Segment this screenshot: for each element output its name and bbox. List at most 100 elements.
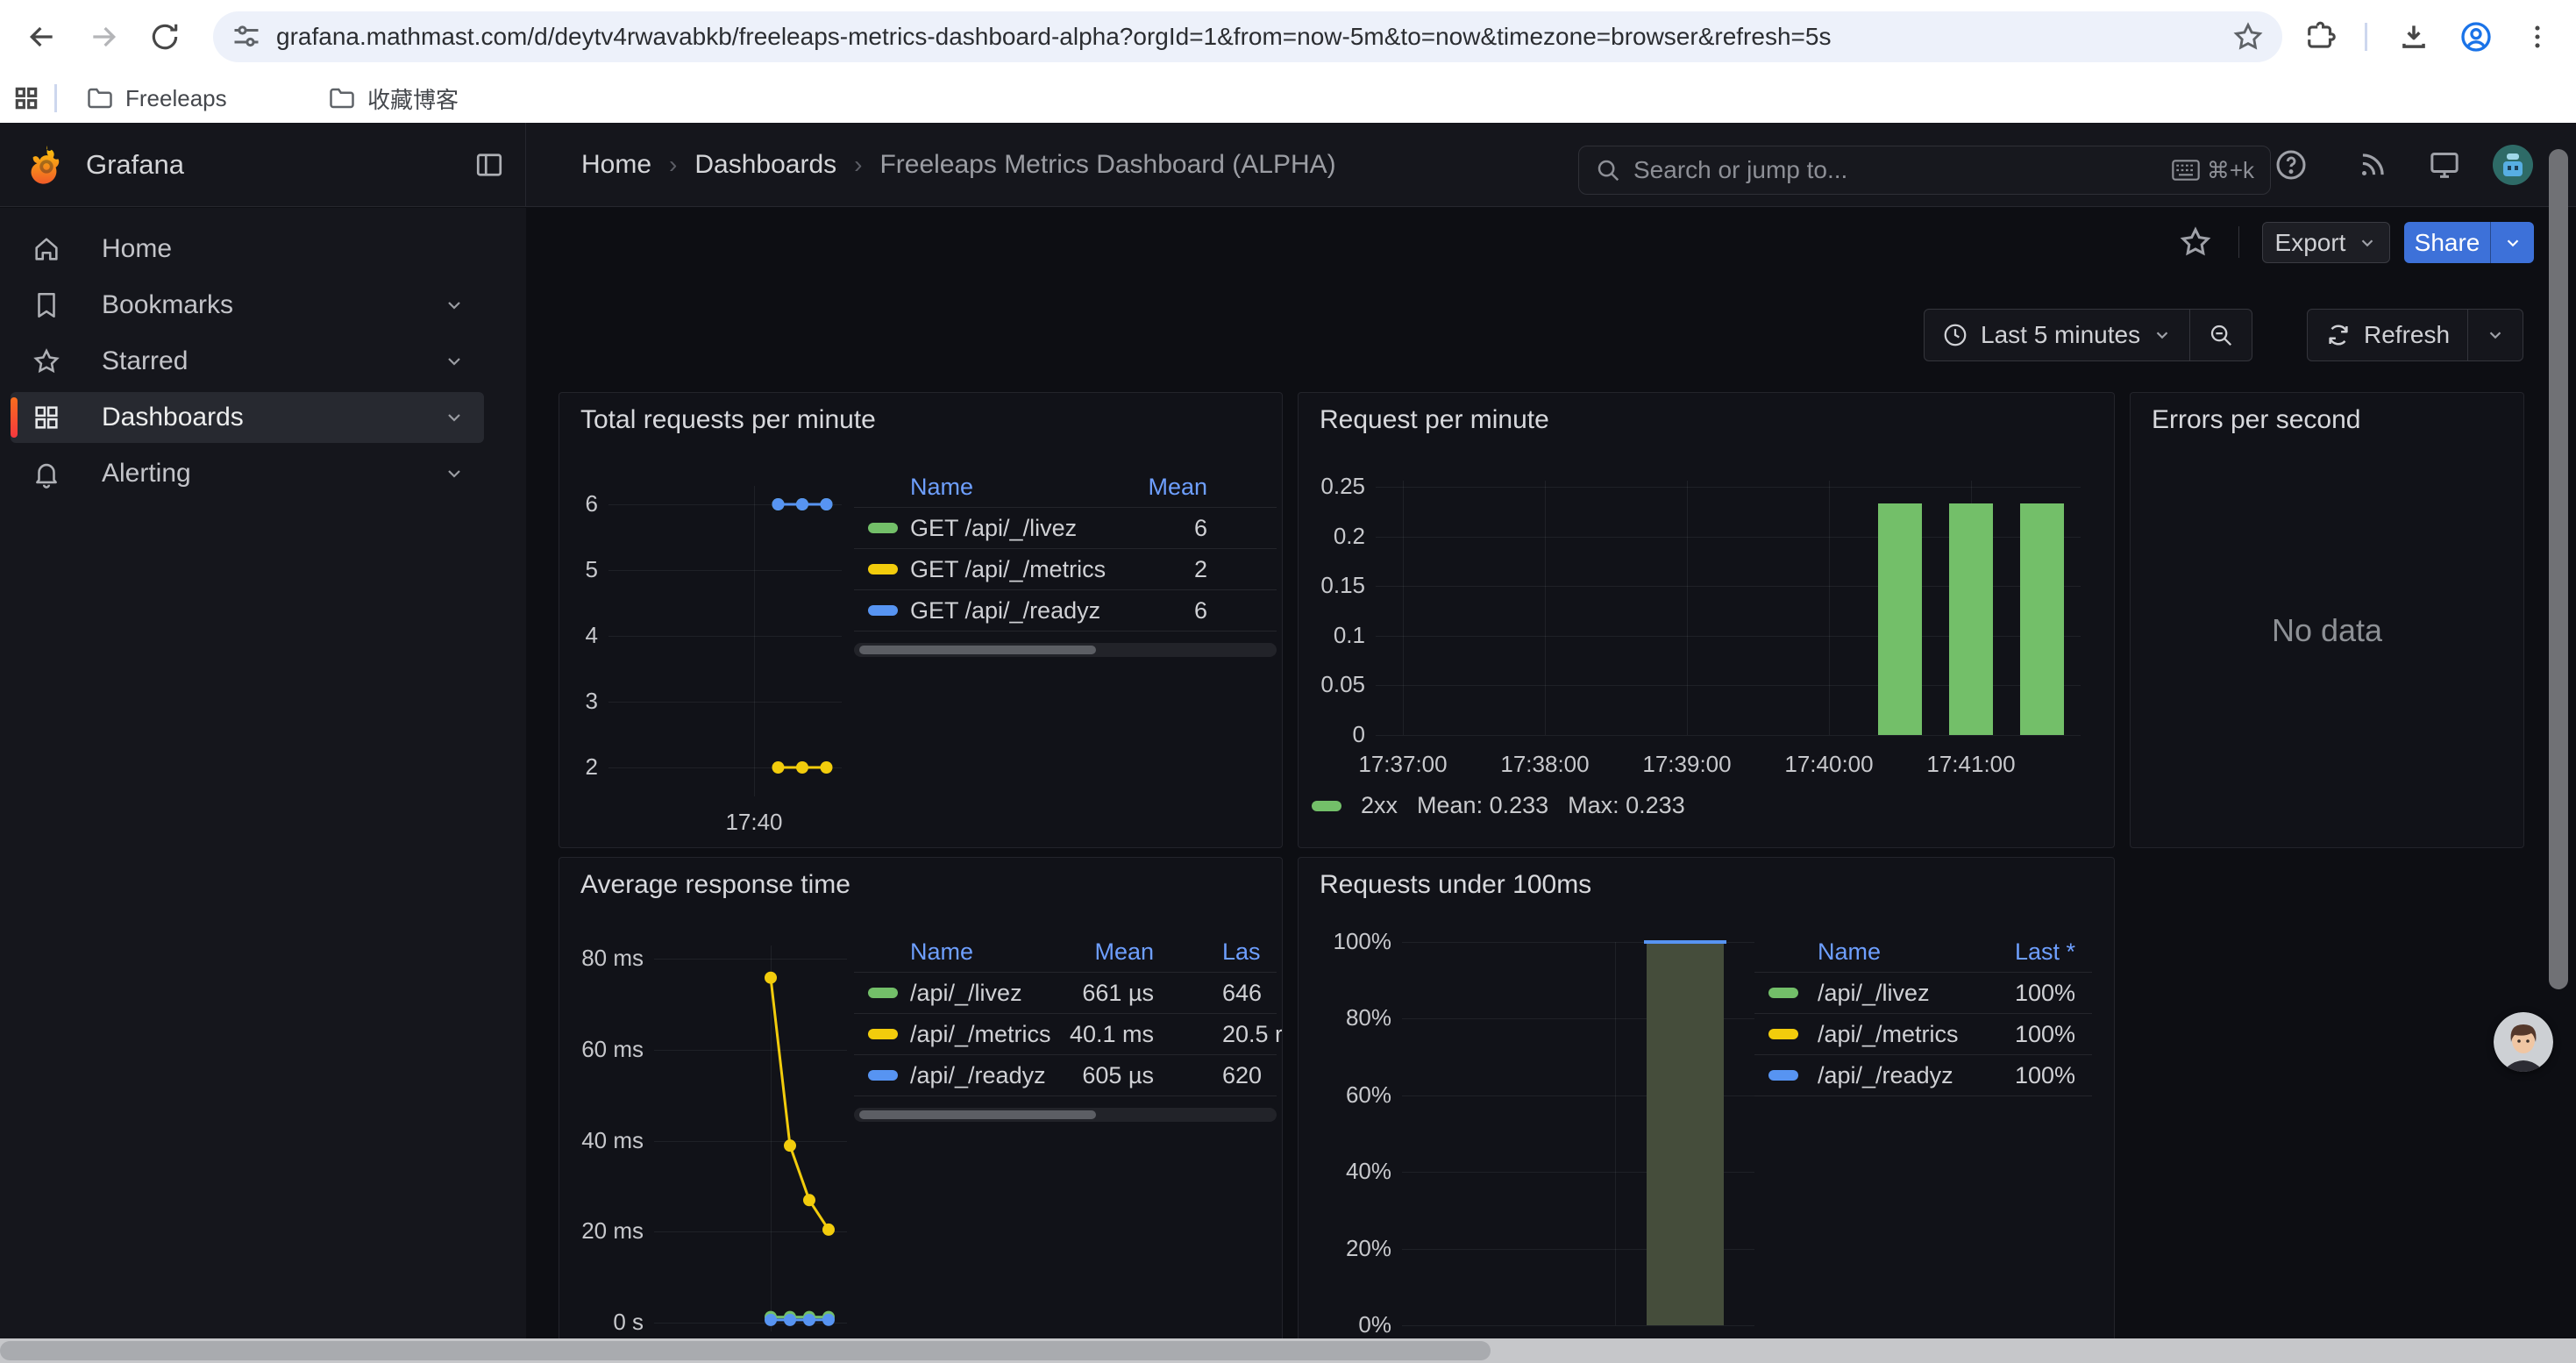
vertical-scrollbar[interactable]: [2549, 149, 2568, 989]
back-button[interactable]: [18, 12, 67, 61]
legend-series-name[interactable]: 2xx: [1361, 792, 1398, 819]
folder-icon: [329, 87, 355, 110]
export-button[interactable]: Export: [2262, 222, 2390, 263]
sidebar-item-alerting[interactable]: Alerting: [11, 448, 484, 499]
series-color-pill: [1768, 988, 1798, 998]
gridline: [1376, 487, 2081, 488]
legend-column-header[interactable]: Name: [1818, 938, 1881, 966]
legend-column-header[interactable]: Mean: [1148, 474, 1207, 501]
legend-series-name[interactable]: GET /api/_/readyz: [910, 597, 1100, 624]
x-axis-label: 17:37:00: [1341, 751, 1464, 778]
url-text[interactable]: grafana.mathmast.com/d/deytv4rwavabkb/fr…: [276, 23, 2231, 51]
zoom-out-button[interactable]: [2189, 310, 2252, 360]
reload-button[interactable]: [140, 12, 189, 61]
legend-series-name[interactable]: /api/_/readyz: [1818, 1062, 1953, 1089]
url-bar[interactable]: grafana.mathmast.com/d/deytv4rwavabkb/fr…: [213, 11, 2282, 62]
chevron-down-icon: [2503, 233, 2523, 253]
sidebar-item-home[interactable]: Home: [11, 224, 484, 275]
legend-scrollbar-thumb[interactable]: [859, 1110, 1096, 1119]
panel-average-response-time[interactable]: Average response time 80 ms60 ms40 ms20 …: [559, 857, 1283, 1363]
home-icon: [32, 234, 67, 264]
panel-total-requests[interactable]: Total requests per minute 6543217:40Name…: [559, 392, 1283, 848]
chevron-down-icon[interactable]: [444, 407, 465, 428]
bookmark-label: Freeleaps: [125, 85, 227, 112]
apps-grid-icon[interactable]: [7, 79, 46, 118]
brand-name: Grafana: [86, 149, 184, 181]
series-color-pill: [1312, 801, 1341, 811]
y-axis-label: 2: [566, 753, 598, 781]
search-input[interactable]: Search or jump to... ⌘+k: [1578, 146, 2271, 195]
panel-request-per-minute[interactable]: Request per minute 0.250.20.150.10.05017…: [1298, 392, 2115, 848]
refresh-button[interactable]: Refresh: [2308, 310, 2467, 360]
user-avatar[interactable]: [2492, 144, 2534, 186]
breadcrumb-separator: ›: [854, 151, 862, 179]
legend-column-header[interactable]: Mean: [1094, 938, 1154, 966]
legend-column-header[interactable]: Last *: [2015, 938, 2075, 966]
y-axis-label: 0: [1307, 721, 1365, 748]
scrollbar-thumb[interactable]: [0, 1341, 1491, 1360]
dock-menu-icon[interactable]: [473, 149, 505, 181]
series-color-pill: [868, 1029, 898, 1039]
sidebar-item-bookmarks[interactable]: Bookmarks: [11, 280, 484, 331]
gridline: [608, 570, 842, 571]
star-dashboard-icon[interactable]: [2174, 221, 2217, 263]
x-axis-label: 17:39:00: [1626, 751, 1748, 778]
refresh-icon: [2325, 322, 2352, 348]
bookmark-star-icon[interactable]: [2231, 20, 2265, 54]
share-button[interactable]: Share: [2404, 222, 2534, 263]
legend-series-name[interactable]: GET /api/_/metrics: [910, 556, 1106, 583]
sidebar-item-starred[interactable]: Starred: [11, 336, 484, 387]
bookmark-folder[interactable]: 收藏博客: [317, 81, 471, 116]
y-axis-label: 100%: [1307, 928, 1391, 955]
site-settings-icon[interactable]: [231, 21, 262, 53]
clock-icon: [1942, 322, 1968, 348]
help-icon[interactable]: [2270, 144, 2312, 186]
breadcrumb-item: Freeleaps Metrics Dashboard (ALPHA): [879, 150, 1335, 180]
legend-series-name[interactable]: /api/_/metrics: [910, 1021, 1051, 1048]
legend-column-header[interactable]: Name: [910, 938, 973, 966]
profile-icon[interactable]: [2451, 12, 2501, 61]
legend-column-header[interactable]: Las: [1222, 938, 1261, 966]
refresh-interval-dropdown[interactable]: [2467, 310, 2523, 360]
panel-title[interactable]: Average response time: [580, 870, 850, 900]
time-range-picker[interactable]: Last 5 minutes: [1925, 310, 2189, 360]
legend-value: 605 µs: [1082, 1062, 1154, 1089]
legend-series-name[interactable]: /api/_/readyz: [910, 1062, 1046, 1089]
y-axis-label: 20%: [1307, 1235, 1391, 1262]
sidebar-item-dashboards[interactable]: Dashboards: [11, 392, 484, 443]
downloads-icon[interactable]: [2389, 12, 2438, 61]
time-controls: Last 5 minutes: [1924, 309, 2252, 361]
series-color-pill: [868, 605, 898, 616]
display-icon[interactable]: [2423, 144, 2466, 186]
breadcrumb-item[interactable]: Home: [581, 150, 651, 180]
chevron-down-icon[interactable]: [444, 463, 465, 484]
horizontal-scrollbar[interactable]: [0, 1338, 2576, 1363]
legend-series-name[interactable]: GET /api/_/livez: [910, 515, 1077, 542]
panel-title[interactable]: Requests under 100ms: [1320, 870, 1591, 900]
panel-title[interactable]: Request per minute: [1320, 405, 1549, 435]
share-dropdown-button[interactable]: [2490, 222, 2534, 263]
legend-series-name[interactable]: /api/_/metrics: [1818, 1021, 1959, 1048]
breadcrumb-item[interactable]: Dashboards: [694, 150, 836, 180]
panel-errors-per-second[interactable]: Errors per second No data: [2130, 392, 2524, 848]
forward-button[interactable]: [79, 12, 128, 61]
chevron-down-icon[interactable]: [444, 351, 465, 372]
panel-requests-under-100ms[interactable]: Requests under 100ms 100%80%60%40%20%0%1…: [1298, 857, 2115, 1363]
legend-value: 6: [1194, 597, 1207, 624]
legend-scrollbar-thumb[interactable]: [859, 646, 1096, 654]
news-rss-icon[interactable]: [2352, 144, 2394, 186]
panel-title[interactable]: Total requests per minute: [580, 405, 876, 435]
bookmark-folder[interactable]: Freeleaps: [75, 81, 239, 116]
extensions-icon[interactable]: [2297, 12, 2346, 61]
legend-column-header[interactable]: Name: [910, 474, 973, 501]
menu-icon[interactable]: [2513, 12, 2562, 61]
chart-legend[interactable]: 2xxMean: 0.233Max: 0.233: [1312, 792, 1685, 819]
legend-series-name[interactable]: /api/_/livez: [1818, 980, 1930, 1007]
y-axis-label: 3: [566, 688, 598, 715]
chevron-down-icon[interactable]: [444, 295, 465, 316]
y-axis-label: 0.25: [1307, 473, 1365, 500]
panel-title[interactable]: Errors per second: [2152, 405, 2360, 435]
assistant-avatar-widget[interactable]: [2494, 1012, 2553, 1072]
gridline: [608, 702, 842, 703]
legend-series-name[interactable]: /api/_/livez: [910, 980, 1022, 1007]
